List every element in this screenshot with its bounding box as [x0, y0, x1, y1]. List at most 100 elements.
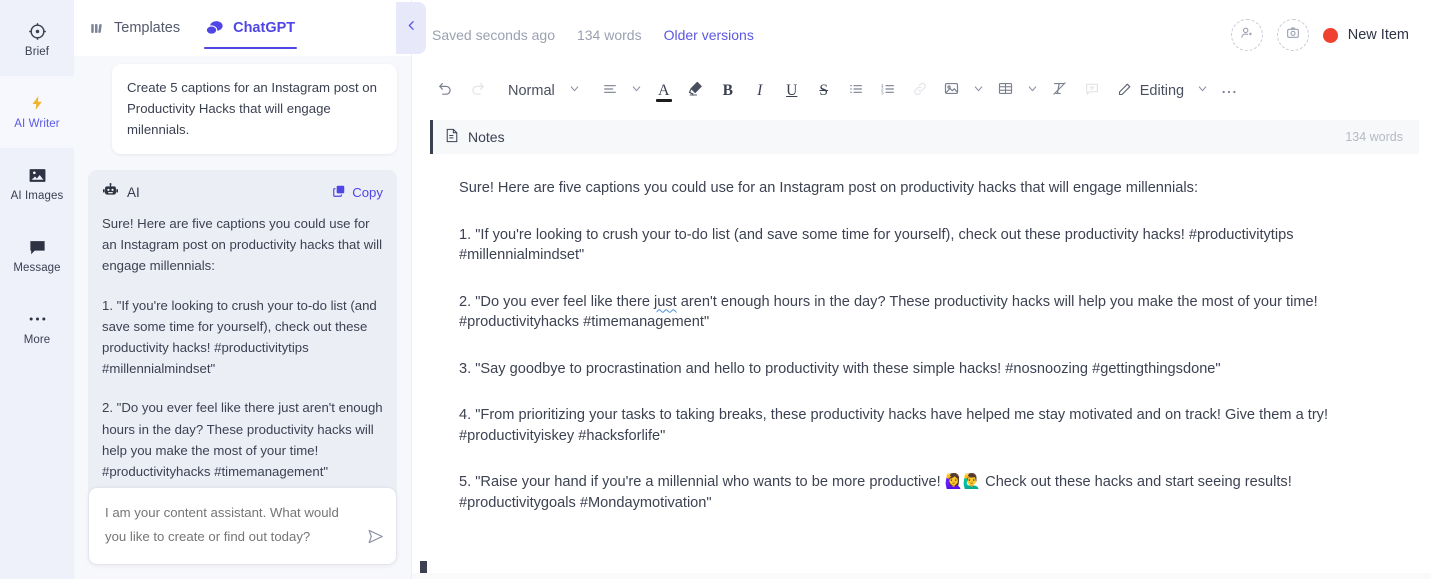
insert-image-button[interactable]	[937, 76, 967, 106]
older-versions-link[interactable]: Older versions	[664, 27, 754, 43]
document-paragraph: 2. "Do you ever feel like there just are…	[459, 292, 1381, 333]
more-options-button[interactable]	[1214, 76, 1244, 106]
chevron-down-icon	[1026, 82, 1039, 100]
ai-message-header: AI Copy	[102, 183, 383, 201]
chevron-down-icon	[972, 82, 985, 100]
sidebar-item-message[interactable]: Message	[0, 220, 74, 292]
add-image-icon	[1285, 25, 1301, 46]
bullet-list-icon	[848, 81, 864, 102]
templates-icon	[90, 21, 105, 36]
numbered-list-button[interactable]: 1 2 3	[873, 76, 903, 106]
clear-format-button[interactable]	[1045, 76, 1075, 106]
notes-word-count: 134 words	[1345, 130, 1403, 144]
document-paragraph: Sure! Here are five captions you could u…	[459, 180, 1198, 196]
highlight-button[interactable]	[681, 76, 711, 106]
chevron-down-icon	[630, 82, 643, 100]
add-person-button[interactable]	[1230, 19, 1263, 51]
tab-templates[interactable]: Templates	[90, 0, 180, 56]
tab-label: Templates	[114, 20, 181, 36]
chat-input[interactable]	[103, 499, 360, 547]
ai-message-bubble: AI Copy Sure! Here are five captions you…	[88, 170, 397, 530]
new-item-label: New Item	[1347, 27, 1409, 43]
svg-text:3: 3	[881, 90, 884, 95]
add-image-button[interactable]	[1276, 19, 1309, 51]
ai-author-label: AI	[127, 184, 140, 200]
target-icon	[28, 21, 47, 41]
sidebar-item-label: AI Images	[10, 190, 64, 203]
redo-icon	[469, 80, 486, 102]
saved-status: Saved seconds ago	[432, 27, 555, 43]
paragraph-style-dropdown[interactable]: Normal	[494, 76, 563, 106]
document-paragraph: 3. "Say goodbye to procrastination and h…	[459, 360, 1221, 377]
underline-icon: U	[786, 82, 798, 99]
sidebar-item-ai-writer[interactable]: AI Writer	[0, 76, 74, 148]
document-icon	[445, 128, 459, 146]
sidebar-item-brief[interactable]: Brief	[0, 4, 74, 76]
paragraph-style-label: Normal	[508, 83, 555, 99]
insert-table-chevron[interactable]	[1023, 76, 1043, 106]
status-dot	[1322, 27, 1338, 43]
collapse-panel-button[interactable]	[396, 2, 426, 54]
copy-button[interactable]: Copy	[332, 184, 383, 201]
document-paragraph: 1. "If you're looking to crush your to-d…	[459, 226, 1294, 264]
align-button[interactable]	[595, 76, 625, 106]
align-chevron[interactable]	[627, 76, 647, 106]
underline-button[interactable]: U	[777, 76, 807, 106]
editing-mode-chevron[interactable]	[1192, 76, 1212, 106]
robot-icon	[102, 183, 119, 201]
document-editor: Saved seconds ago 134 words Older versio…	[412, 0, 1431, 579]
text-color-button[interactable]: A	[649, 76, 679, 106]
add-comment-button[interactable]	[1077, 76, 1107, 106]
sidebar-item-label: AI Writer	[14, 118, 60, 131]
table-icon	[997, 80, 1014, 102]
user-message-bubble: Create 5 captions for an Instagram post …	[112, 64, 397, 154]
italic-button[interactable]: I	[745, 76, 775, 106]
add-comment-icon	[1084, 81, 1100, 102]
insert-table-button[interactable]	[991, 76, 1021, 106]
document-paragraph: 5. "Raise your hand if you're a millenni…	[459, 474, 1292, 511]
word-count-status: 134 words	[576, 27, 642, 43]
editing-mode-label: Editing	[1139, 83, 1185, 99]
strikethrough-icon: S	[819, 82, 829, 99]
chat-tab-bar: Templates ChatGPT	[74, 0, 411, 56]
pencil-icon	[1117, 82, 1132, 101]
chevron-down-icon	[1196, 82, 1209, 100]
bullet-list-button[interactable]	[841, 76, 871, 106]
copy-label: Copy	[352, 184, 383, 200]
tab-chatgpt[interactable]: ChatGPT	[204, 0, 298, 56]
sidebar-item-more[interactable]: More	[0, 292, 74, 364]
notes-title-label: Notes	[468, 129, 505, 145]
ellipsis-icon	[1221, 82, 1237, 100]
text-color-icon: A	[657, 82, 670, 99]
undo-icon	[437, 80, 454, 102]
document-paragraph: 4. "From prioritizing your tasks to taki…	[459, 407, 1329, 444]
ai-author: AI	[102, 183, 140, 201]
new-item-button[interactable]: New Item	[1322, 27, 1409, 43]
chat-composer[interactable]	[88, 487, 397, 565]
chat-panel: Templates ChatGPT Create 5 captions for …	[74, 0, 412, 579]
add-person-icon	[1239, 25, 1255, 46]
sidebar-item-label: Message	[13, 262, 61, 275]
link-button[interactable]	[905, 76, 935, 106]
editing-mode-button[interactable]: Editing	[1109, 76, 1190, 106]
document-body[interactable]: Sure! Here are five captions you could u…	[412, 154, 1431, 579]
editor-status-bar: Saved seconds ago 134 words Older versio…	[412, 0, 1431, 70]
sidebar-item-ai-images[interactable]: AI Images	[0, 148, 74, 220]
undo-button[interactable]	[430, 76, 460, 106]
sidebar-item-label: More	[23, 334, 51, 347]
grammar-flagged-word[interactable]: just	[654, 294, 677, 310]
insert-image-chevron[interactable]	[969, 76, 989, 106]
bold-icon: B	[722, 82, 733, 99]
redo-button[interactable]	[462, 76, 492, 106]
highlighter-icon	[687, 80, 704, 102]
clear-format-icon	[1051, 80, 1068, 102]
tab-label: ChatGPT	[233, 20, 296, 36]
send-icon[interactable]	[367, 528, 384, 550]
text-color-swatch	[655, 99, 672, 102]
paragraph-style-chevron[interactable]	[565, 76, 585, 106]
link-icon	[912, 81, 928, 102]
bold-button[interactable]: B	[713, 76, 743, 106]
horizontal-scrollbar[interactable]	[412, 573, 1431, 579]
strikethrough-button[interactable]: S	[809, 76, 839, 106]
ellipsis-icon	[28, 309, 47, 329]
